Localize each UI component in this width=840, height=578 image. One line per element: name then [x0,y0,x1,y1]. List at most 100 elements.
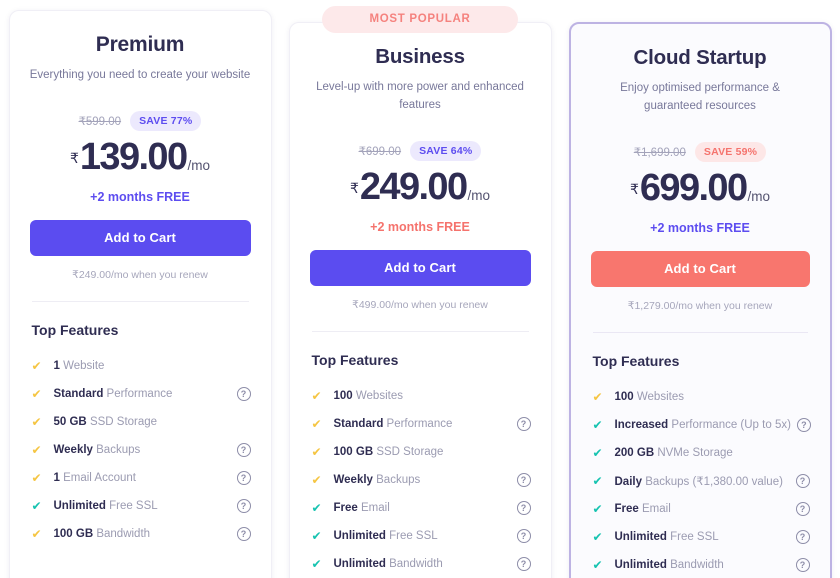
checkmark-icon: ✔ [311,444,322,459]
renewal-price-note: ₹499.00/mo when you renew [352,298,488,311]
discount-badge: SAVE 64% [410,140,482,161]
help-icon[interactable]: ? [236,526,251,541]
feature-label: 100 GB SSD Storage [333,445,444,458]
feature-item: ✔100 Websites? [591,383,810,411]
feature-item: ✔ Unlimited Bandwidth? [310,550,531,578]
feature-label: 1 Email Account [53,471,136,484]
feature-label: 100 Websites [333,389,403,402]
feature-label: Free Email [333,501,390,514]
checkmark-icon: ✔ [592,557,603,572]
feature-label: 100 Websites [614,390,684,403]
help-icon[interactable]: ? [516,556,531,571]
card-divider [592,331,808,333]
features-heading: Top Features [31,321,119,338]
add-to-cart-button[interactable]: Add to Cart [29,219,251,256]
price-amount: 249.00 [359,165,468,208]
feature-label: Unlimited Free SSL [53,499,158,512]
feature-item: ✔ 1 Email Account? [30,464,251,492]
original-price: ₹1,699.00 [633,146,686,159]
plan-title: Premium [95,33,185,56]
feature-item: ✔ Unlimited Free SSL? [591,523,810,551]
plan-description: Everything you need to create your websi… [29,69,251,81]
help-icon[interactable]: ? [516,472,531,487]
add-to-cart-button[interactable]: Add to Cart [590,250,810,287]
feature-label: Daily Backups (₹1,380.00 value) [614,475,783,488]
price-period: /mo [467,188,491,204]
checkmark-icon: ✔ [31,414,42,429]
feature-label: Standard Performance [53,387,173,400]
feature-item: ✔ Increased Performance (Up to 5x)? [591,411,811,439]
renewal-price-note: ₹1,279.00/mo when you renew [627,299,773,312]
checkmark-icon: ✔ [592,473,603,488]
help-icon[interactable]: ? [795,557,810,572]
checkmark-icon: ✔ [31,358,42,373]
current-price-row: ₹ 249.00 /mo [310,168,531,206]
features-heading: Top Features [592,352,680,369]
checkmark-icon: ✔ [311,528,322,543]
help-icon[interactable]: ? [516,528,531,543]
help-icon[interactable]: ? [236,442,251,457]
original-price: ₹599.00 [78,115,122,128]
feature-label: 50 GB SSD Storage [53,415,158,428]
card-divider [31,300,249,302]
original-price-row: ₹1,699.00 SAVE 59% [591,141,810,162]
pricing-card-cloud-startup[interactable]: Cloud Startup Enjoy optimised performanc… [568,22,832,578]
price-period: /mo [187,158,211,174]
feature-item: ✔ Free Email? [591,495,810,523]
checkmark-icon: ✔ [31,386,42,401]
pricing-card-premium[interactable]: Premium Everything you need to create yo… [8,10,272,578]
help-icon[interactable]: ? [516,500,531,515]
feature-item: ✔100 Websites? [310,382,531,410]
currency-symbol: ₹ [349,179,359,196]
plan-description: Enjoy optimised performance & guaranteed… [620,82,780,112]
help-icon[interactable]: ? [795,473,810,488]
original-price-row: ₹599.00 SAVE 77% [30,110,251,131]
checkmark-icon: ✔ [592,445,603,460]
free-months-note: +2 months FREE [370,219,470,234]
feature-label: Free Email [614,502,671,515]
feature-item: ✔ Unlimited Bandwidth? [591,551,810,578]
help-icon[interactable]: ? [236,470,251,485]
feature-item: ✔ Unlimited Free SSL? [30,492,251,520]
help-icon[interactable]: ? [516,416,531,431]
feature-item: ✔ Standard Performance? [30,380,251,408]
help-icon[interactable]: ? [795,501,810,516]
pricing-card-business[interactable]: Business Level-up with more power and en… [288,22,552,578]
feature-item: ✔ Free Email? [310,494,531,522]
add-to-cart-button[interactable]: Add to Cart [309,249,531,286]
original-price: ₹699.00 [358,145,402,158]
price-period: /mo [747,189,771,205]
feature-item: ✔50 GB SSD Storage? [30,408,251,436]
help-icon[interactable]: ? [796,417,811,432]
checkmark-icon: ✔ [31,442,42,457]
feature-item: ✔200 GB NVMe Storage? [591,439,810,467]
checkmark-icon: ✔ [311,388,322,403]
plan-column-premium: Premium Everything you need to create yo… [0,0,280,578]
discount-badge: SAVE 77% [130,110,202,131]
help-icon[interactable]: ? [795,529,810,544]
feature-label: Weekly Backups [333,473,421,486]
most-popular-badge: MOST POPULAR [322,6,518,33]
checkmark-icon: ✔ [31,498,42,513]
plan-description: Level-up with more power and enhanced fe… [316,81,524,111]
free-months-note: +2 months FREE [650,220,750,235]
feature-item: ✔ Daily Backups (₹1,380.00 value)? [591,467,810,495]
original-price-row: ₹699.00 SAVE 64% [310,140,531,161]
help-icon[interactable]: ? [236,498,251,513]
checkmark-icon: ✔ [31,470,42,485]
pricing-plans-container: Premium Everything you need to create yo… [0,0,840,578]
feature-label: Unlimited Free SSL [614,530,719,543]
feature-item: ✔ 100 GB Bandwidth? [30,520,251,548]
feature-label: Unlimited Bandwidth [614,558,724,571]
checkmark-icon: ✔ [592,501,603,516]
checkmark-icon: ✔ [31,526,42,541]
feature-item: ✔ Standard Performance? [310,410,531,438]
feature-list: ✔ 100 Websites? ✔ Standard Performance? ✔ 100… [310,382,531,578]
discount-badge: SAVE 59% [694,141,767,162]
renewal-price-note: ₹249.00/mo when you renew [72,268,208,281]
help-icon[interactable]: ? [236,386,251,401]
free-months-note: +2 months FREE [90,189,190,204]
feature-label: 1 Website [53,359,105,372]
feature-label: Unlimited Bandwidth [333,557,443,570]
currency-symbol: ₹ [69,149,79,166]
